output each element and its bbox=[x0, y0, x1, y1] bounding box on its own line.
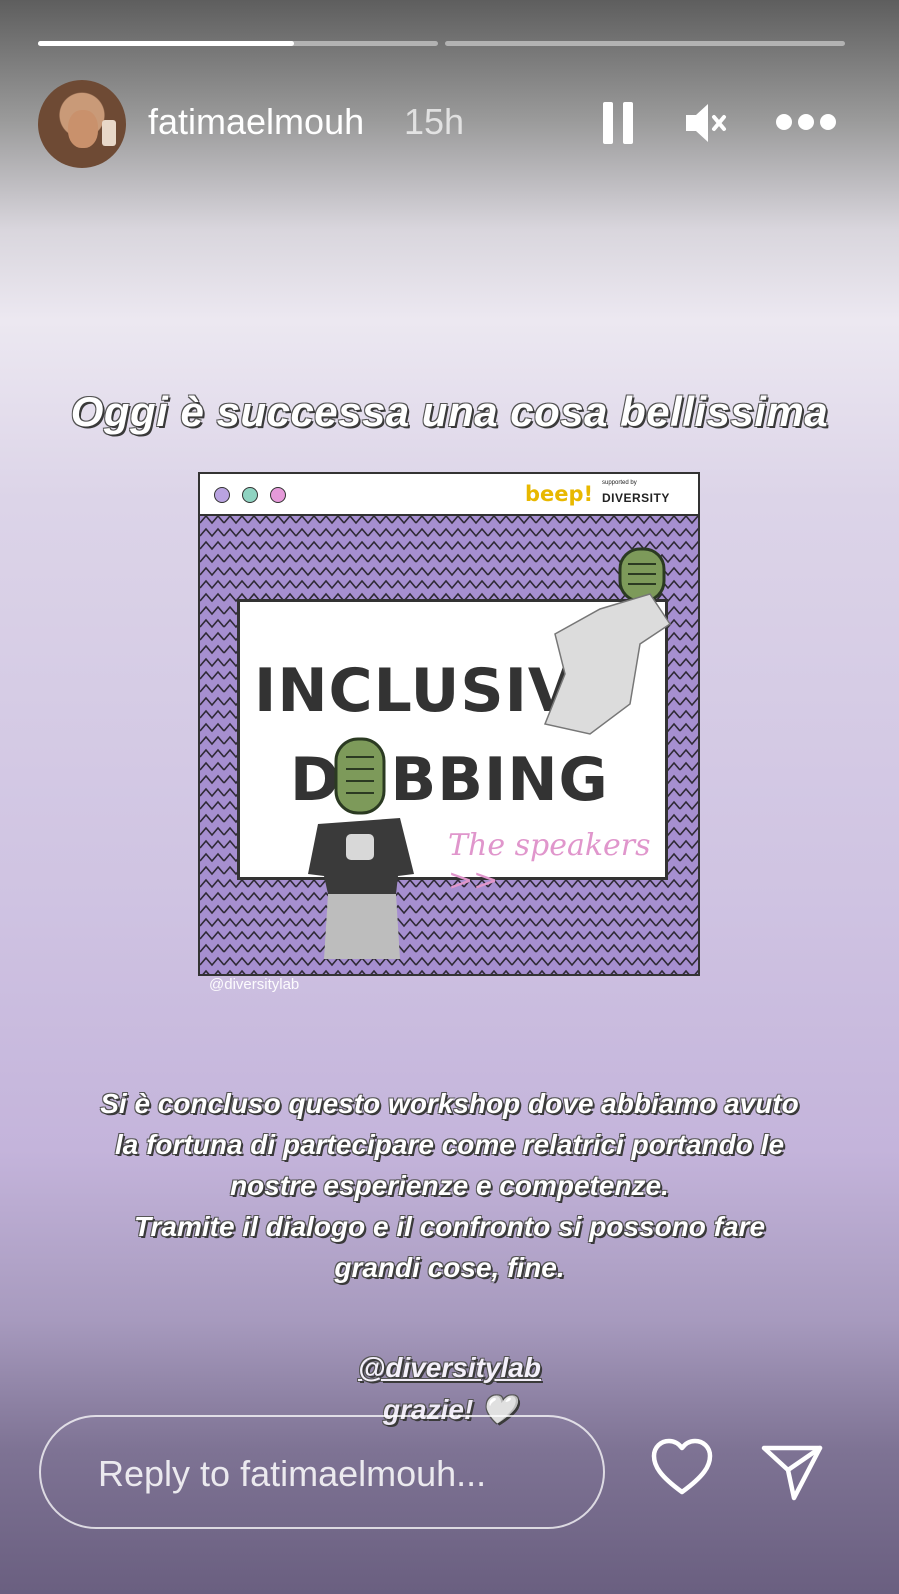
microphone-icon bbox=[618, 547, 666, 603]
reply-input[interactable]: Reply to fatimaelmouh... bbox=[39, 1415, 605, 1529]
mute-icon[interactable] bbox=[684, 102, 728, 144]
story-headline: Oggi è successa una cosa bellissima bbox=[70, 388, 829, 435]
post-time: 15h bbox=[404, 101, 465, 142]
reply-placeholder: Reply to fatimaelmouh... bbox=[98, 1453, 487, 1494]
story-progress-2 bbox=[445, 41, 845, 46]
story-progress-fill-1 bbox=[38, 41, 294, 46]
avatar[interactable] bbox=[38, 80, 126, 168]
body-line: Si è concluso questo workshop dove abbia… bbox=[100, 1088, 799, 1119]
more-icon[interactable] bbox=[776, 114, 836, 130]
avatar-phone bbox=[102, 120, 116, 146]
body-line: grandi cose, fine. bbox=[334, 1252, 565, 1283]
post-graphic[interactable]: beep! supported by DIVERSITY INCLUSIVE D… bbox=[198, 472, 700, 976]
body-line: Tramite il dialogo e il confronto si pos… bbox=[133, 1211, 766, 1242]
body-line: la fortuna di partecipare come relatrici… bbox=[114, 1129, 785, 1160]
collage-figures bbox=[308, 547, 672, 959]
story-progress-1 bbox=[38, 41, 438, 46]
pause-icon[interactable] bbox=[603, 102, 633, 144]
send-icon[interactable] bbox=[760, 1440, 824, 1502]
story-body-text: Si è concluso questo workshop dove abbia… bbox=[0, 1083, 899, 1288]
body-line: nostre esperienze e competenze. bbox=[230, 1170, 669, 1201]
avatar-face bbox=[68, 110, 98, 148]
post-credit: @diversitylab bbox=[209, 976, 300, 993]
heart-icon[interactable] bbox=[650, 1438, 714, 1498]
username[interactable]: fatimaelmouh bbox=[148, 101, 364, 143]
mention-link[interactable]: @diversitylab bbox=[0, 1352, 899, 1384]
microphone-icon bbox=[334, 737, 386, 815]
